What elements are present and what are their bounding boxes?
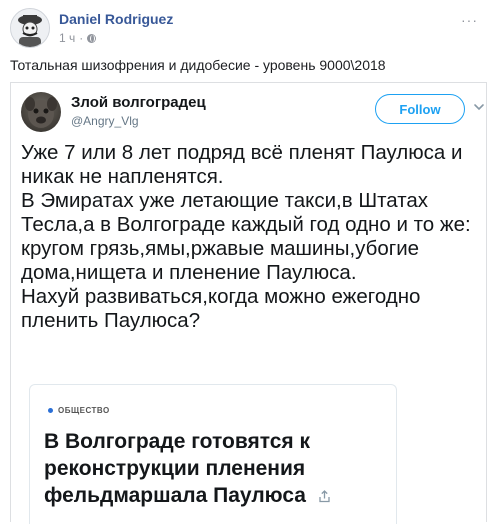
article-title-text: В Волгограде готовятся к реконструкции п… [44,430,310,507]
author-name[interactable]: Daniel Rodriguez [59,11,173,27]
tweet-author-handle[interactable]: @Angry_Vlg [71,114,139,128]
section-dot-icon [48,408,53,413]
globe-icon[interactable] [87,33,97,43]
share-icon[interactable] [318,490,331,503]
more-icon[interactable]: ··· [461,12,478,28]
article-card[interactable]: ОБЩЕСТВО В Волгограде готовятся к реконс… [29,384,397,524]
follow-button[interactable]: Follow [375,94,465,124]
embedded-tweet[interactable]: Злой волгоградец @Angry_Vlg Follow Уже 7… [10,82,487,524]
post-time[interactable]: 1 ч [59,31,75,45]
article-section-label: ОБЩЕСТВО [58,406,110,415]
article-section: ОБЩЕСТВО [48,406,110,415]
post-text: Тотальная шизофрения и дидобесие - урове… [10,57,386,73]
tweet-avatar-image [25,97,57,128]
avatar-mascot-icon [11,9,49,47]
meta-separator: · [79,31,84,45]
tweet-avatar[interactable] [21,92,61,132]
article-title[interactable]: В Волгограде готовятся к реконструкции п… [44,428,374,509]
tweet-text: Уже 7 или 8 лет подряд всё пленят Паулюс… [21,141,471,332]
tweet-author-name[interactable]: Злой волгоградец [71,94,206,111]
chevron-down-icon[interactable] [472,100,486,114]
author-avatar[interactable] [10,8,50,48]
post-header: Daniel Rodriguez 1 ч · ··· [10,8,488,48]
post-meta: 1 ч · [59,31,97,45]
